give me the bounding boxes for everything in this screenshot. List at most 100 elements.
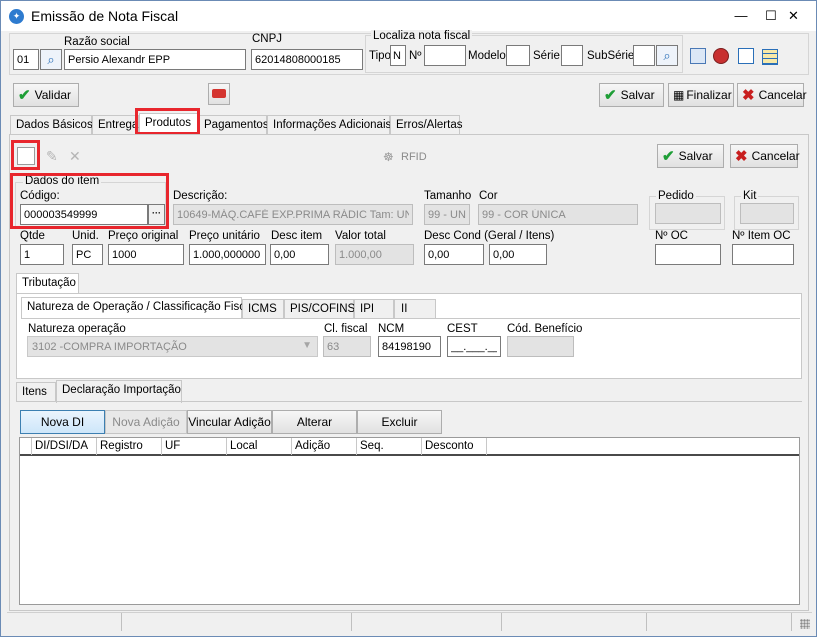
tamanho-input <box>424 204 470 225</box>
kit-label: Kit <box>741 190 759 202</box>
desc-cond-label: Desc Cond (Geral / Itens) <box>424 230 555 242</box>
col-seq[interactable]: Seq. <box>357 438 422 455</box>
document-icon[interactable] <box>738 48 754 64</box>
ncm-label: NCM <box>378 323 405 335</box>
kit-input <box>740 203 794 224</box>
desc-cond-geral-input[interactable] <box>424 244 484 265</box>
razao-code-input[interactable] <box>13 49 39 70</box>
tamanho-label: Tamanho <box>424 190 472 202</box>
tab-erros-alertas[interactable]: Erros/Alertas <box>390 115 462 135</box>
status-bar <box>7 612 812 632</box>
natureza-select[interactable]: 3102 -COMPRA IMPORTAÇÃO ▼ <box>27 336 318 357</box>
desc-item-input[interactable] <box>270 244 329 265</box>
pedido-input <box>655 203 721 224</box>
validar-button[interactable]: ✔ Validar <box>13 83 79 107</box>
col-local[interactable]: Local <box>227 438 292 455</box>
num-oc-input[interactable] <box>655 244 721 265</box>
ncm-input[interactable] <box>378 336 441 357</box>
preco-original-input[interactable] <box>108 244 184 265</box>
subtab-pis-cofins[interactable]: PIS/COFINS <box>284 299 355 319</box>
rfid-label: RFID <box>401 151 427 163</box>
search-nota-icon[interactable]: ⌕ <box>656 45 678 66</box>
nova-adicao-button: Nova Adição <box>105 410 187 434</box>
alterar-button[interactable]: Alterar <box>272 410 357 434</box>
main-tabs: Dados Básicos Entrega Produtos Pagamento… <box>10 113 807 135</box>
window-title: Emissão de Nota Fiscal <box>31 8 179 24</box>
num-item-oc-label: Nº Item OC <box>732 230 791 242</box>
status-segment <box>122 613 352 631</box>
salvar-item-button[interactable]: ✔ Salvar <box>657 144 724 168</box>
qtde-label: Qtde <box>20 230 45 242</box>
resize-grip-icon[interactable] <box>800 619 810 629</box>
preco-unitario-label: Preço unitário <box>189 230 260 242</box>
truck-button[interactable] <box>208 83 230 105</box>
serie-label: Série <box>533 50 560 62</box>
tab-pagamentos[interactable]: Pagamentos <box>198 115 269 135</box>
tab-informacoes-adicionais[interactable]: Informações Adicionais <box>267 115 391 135</box>
pedido-label: Pedido <box>656 190 696 202</box>
tab-dados-basicos[interactable]: Dados Básicos <box>10 115 93 135</box>
num-item-oc-input[interactable] <box>732 244 794 265</box>
search-razao-icon[interactable]: ⌕ <box>40 49 62 70</box>
desc-cond-itens-input[interactable] <box>489 244 547 265</box>
x-icon: ✖ <box>742 87 755 104</box>
tab-entrega[interactable]: Entrega <box>92 115 139 135</box>
cnpj-label: CNPJ <box>252 33 283 45</box>
modelo-label: Modelo <box>468 50 506 62</box>
cest-label: CEST <box>447 323 478 335</box>
serie-input[interactable] <box>561 45 583 66</box>
col-uf[interactable]: UF <box>162 438 227 455</box>
main-window: ✦ Emissão de Nota Fiscal — ☐ ✕ Razão soc… <box>0 0 817 637</box>
unid-label: Unid. <box>72 230 99 242</box>
title-bar: ✦ Emissão de Nota Fiscal — ☐ ✕ <box>1 1 816 31</box>
qr-icon: ▦ <box>673 88 685 102</box>
status-segment <box>647 613 792 631</box>
qtde-input[interactable] <box>20 244 64 265</box>
cancelar-nota-button[interactable]: ✖ Cancelar <box>737 83 807 107</box>
numero-label: Nº <box>409 50 422 62</box>
subtab-icms[interactable]: ICMS <box>242 299 284 319</box>
salvar-nota-button[interactable]: ✔ Salvar <box>599 83 664 107</box>
cancelar-item-button[interactable]: ✖ Cancelar <box>730 144 800 168</box>
razao-social-label: Razão social <box>64 36 130 48</box>
finalizar-button[interactable]: ▦ Finalizar <box>668 83 734 107</box>
unid-input[interactable] <box>72 244 103 265</box>
subtab-natureza[interactable]: Natureza de Operação / Classificação Fis… <box>21 297 254 319</box>
tipo-input[interactable] <box>390 45 406 66</box>
natureza-value: 3102 -COMPRA IMPORTAÇÃO <box>32 341 187 353</box>
col-registro[interactable]: Registro <box>97 438 162 455</box>
stamp-icon[interactable] <box>713 48 729 64</box>
nova-di-button[interactable]: Nova DI <box>20 410 105 434</box>
excluir-button[interactable]: Excluir <box>357 410 442 434</box>
tab-tributacao[interactable]: Tributação <box>16 273 79 294</box>
num-oc-label: Nº OC <box>655 230 688 242</box>
notes-icon[interactable] <box>690 48 706 64</box>
preco-unitario-input[interactable] <box>189 244 266 265</box>
subserie-input[interactable] <box>633 45 655 66</box>
col-di-dsi-da[interactable]: DI/DSI/DA <box>32 438 97 455</box>
cnpj-input[interactable] <box>251 49 363 70</box>
check-icon: ✔ <box>604 87 617 104</box>
di-grid[interactable]: DI/DSI/DA Registro UF Local Adição Seq. … <box>19 437 800 605</box>
lower-tab-divider <box>16 401 802 402</box>
grid-icon[interactable] <box>762 49 778 65</box>
razao-social-input[interactable] <box>64 49 246 70</box>
clfiscal-input <box>323 336 371 357</box>
modelo-input[interactable] <box>506 45 530 66</box>
preco-original-label: Preço original <box>108 230 179 242</box>
minimize-button[interactable]: — <box>726 1 756 31</box>
vincular-adicao-button[interactable]: Vincular Adição <box>187 410 272 434</box>
subtab-ipi[interactable]: IPI <box>354 299 394 319</box>
di-grid-header: DI/DSI/DA Registro UF Local Adição Seq. … <box>20 438 799 456</box>
col-desconto[interactable]: Desconto <box>422 438 487 455</box>
col-adicao[interactable]: Adição <box>292 438 357 455</box>
app-icon: ✦ <box>9 9 24 24</box>
subtab-ii[interactable]: II <box>394 299 436 319</box>
close-button[interactable]: ✕ <box>771 1 816 31</box>
tab-declaracao-importacao[interactable]: Declaração Importação <box>56 380 182 403</box>
tab-itens[interactable]: Itens <box>16 382 56 402</box>
cod-beneficio-label: Cód. Benefício <box>507 323 583 335</box>
cest-input[interactable] <box>447 336 501 357</box>
numero-input[interactable] <box>424 45 466 66</box>
localiza-label: Localiza nota fiscal <box>371 30 473 42</box>
